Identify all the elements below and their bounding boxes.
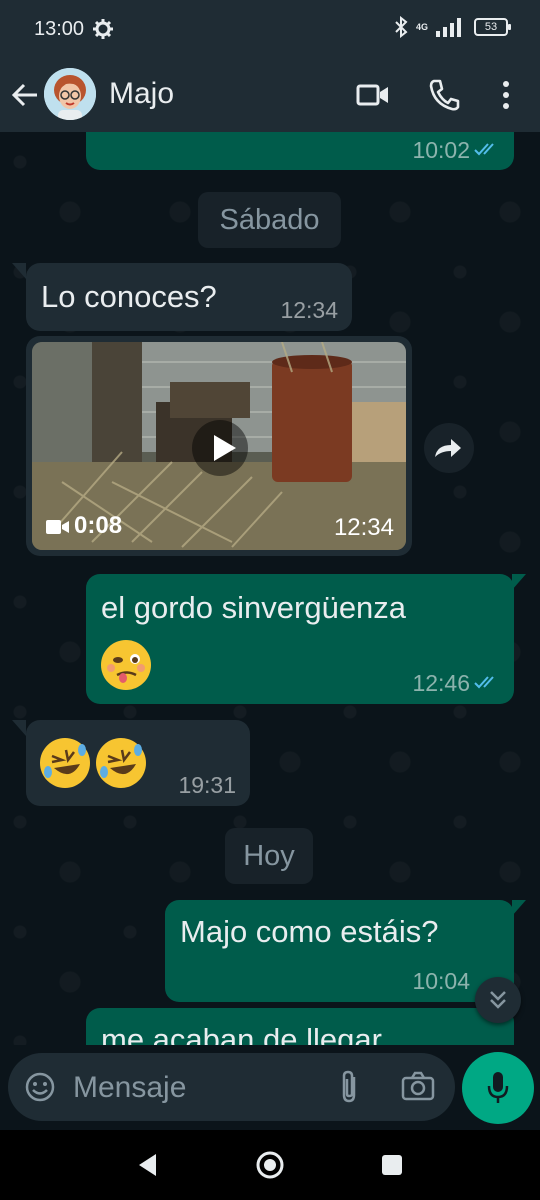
message-outgoing[interactable]: me acaban de llegar: [86, 1008, 514, 1045]
battery-icon: 53: [474, 18, 511, 36]
status-time: 13:00: [34, 18, 85, 40]
bubble-tail: [512, 900, 526, 916]
status-indicators: 4G 53: [394, 16, 511, 38]
chat-header: Majo: [0, 60, 540, 132]
message-outgoing[interactable]: el gordo sinvergüenza 12:46: [86, 574, 514, 704]
bubble-tail: [12, 263, 26, 279]
forward-button[interactable]: [424, 423, 474, 473]
attach-icon[interactable]: [337, 1069, 361, 1105]
message-incoming-video[interactable]: 0:08 12:34: [26, 336, 412, 556]
message-time: 10:02: [412, 137, 470, 163]
message-time: 10:04: [412, 968, 470, 994]
date-divider: Sábado: [198, 192, 341, 248]
woozy-face-emoji: [101, 640, 151, 690]
video-thumbnail[interactable]: 0:08 12:34: [32, 342, 406, 550]
message-outgoing[interactable]: 10:02: [86, 132, 514, 170]
network-type: 4G: [415, 21, 428, 32]
message-outgoing[interactable]: Majo como estáis? 10:04: [165, 900, 514, 1002]
message-time: 12:34: [280, 297, 338, 323]
nav-recents-icon[interactable]: [381, 1154, 403, 1176]
message-incoming[interactable]: 19:31: [26, 720, 250, 806]
video-call-icon[interactable]: [356, 78, 390, 112]
avatar-illustration: [44, 68, 96, 120]
contact-avatar[interactable]: [44, 68, 96, 120]
chat-area[interactable]: 10:02 Sábado Lo conoces? 12:34 0:08 12:3…: [0, 132, 540, 1045]
message-input-bar: Mensaje: [0, 1045, 540, 1130]
video-camera-icon: [46, 520, 69, 534]
contact-name[interactable]: Majo: [109, 77, 174, 111]
message-text: Lo conoces?: [41, 279, 217, 314]
scroll-to-bottom-button[interactable]: [475, 977, 521, 1023]
date-label: Sábado: [219, 204, 320, 236]
message-input[interactable]: Mensaje: [8, 1053, 455, 1121]
rolling-laughing-emoji: [40, 738, 90, 788]
rolling-laughing-emoji: [96, 738, 146, 788]
message-text: Majo como estáis?: [180, 914, 439, 949]
read-ticks-icon: [474, 676, 494, 689]
microphone-icon: [487, 1072, 509, 1103]
microphone-button[interactable]: [462, 1052, 534, 1124]
message-placeholder: Mensaje: [73, 1071, 187, 1104]
status-bar: 13:00 4G 53: [0, 0, 540, 60]
settings-status-icon: [93, 19, 113, 39]
message-time: 19:31: [178, 772, 236, 798]
message-incoming[interactable]: Lo conoces? 12:34: [26, 263, 352, 331]
emoji-icon[interactable]: [24, 1071, 56, 1103]
bubble-tail: [512, 574, 526, 590]
more-vert-icon[interactable]: [500, 78, 512, 112]
bubble-tail: [12, 720, 26, 736]
message-time: 12:34: [333, 514, 394, 541]
phone-icon[interactable]: [428, 78, 460, 112]
play-icon[interactable]: [192, 420, 248, 476]
nav-home-icon[interactable]: [255, 1150, 285, 1180]
message-text: me acaban de llegar: [101, 1022, 382, 1045]
back-arrow-icon[interactable]: [10, 80, 40, 110]
message-time: 12:46: [412, 670, 470, 696]
read-ticks-icon: [474, 143, 494, 156]
date-divider: Hoy: [225, 828, 313, 884]
date-label: Hoy: [243, 840, 295, 872]
signal-icon: [436, 18, 461, 37]
forward-icon: [435, 439, 461, 457]
system-nav-bar: [0, 1130, 540, 1200]
message-text: el gordo sinvergüenza: [101, 590, 407, 625]
bluetooth-icon: [395, 16, 408, 38]
camera-icon[interactable]: [401, 1071, 435, 1101]
double-chevron-down-icon: [490, 991, 506, 1009]
nav-back-icon[interactable]: [136, 1152, 160, 1178]
video-duration: 0:08: [74, 512, 123, 539]
